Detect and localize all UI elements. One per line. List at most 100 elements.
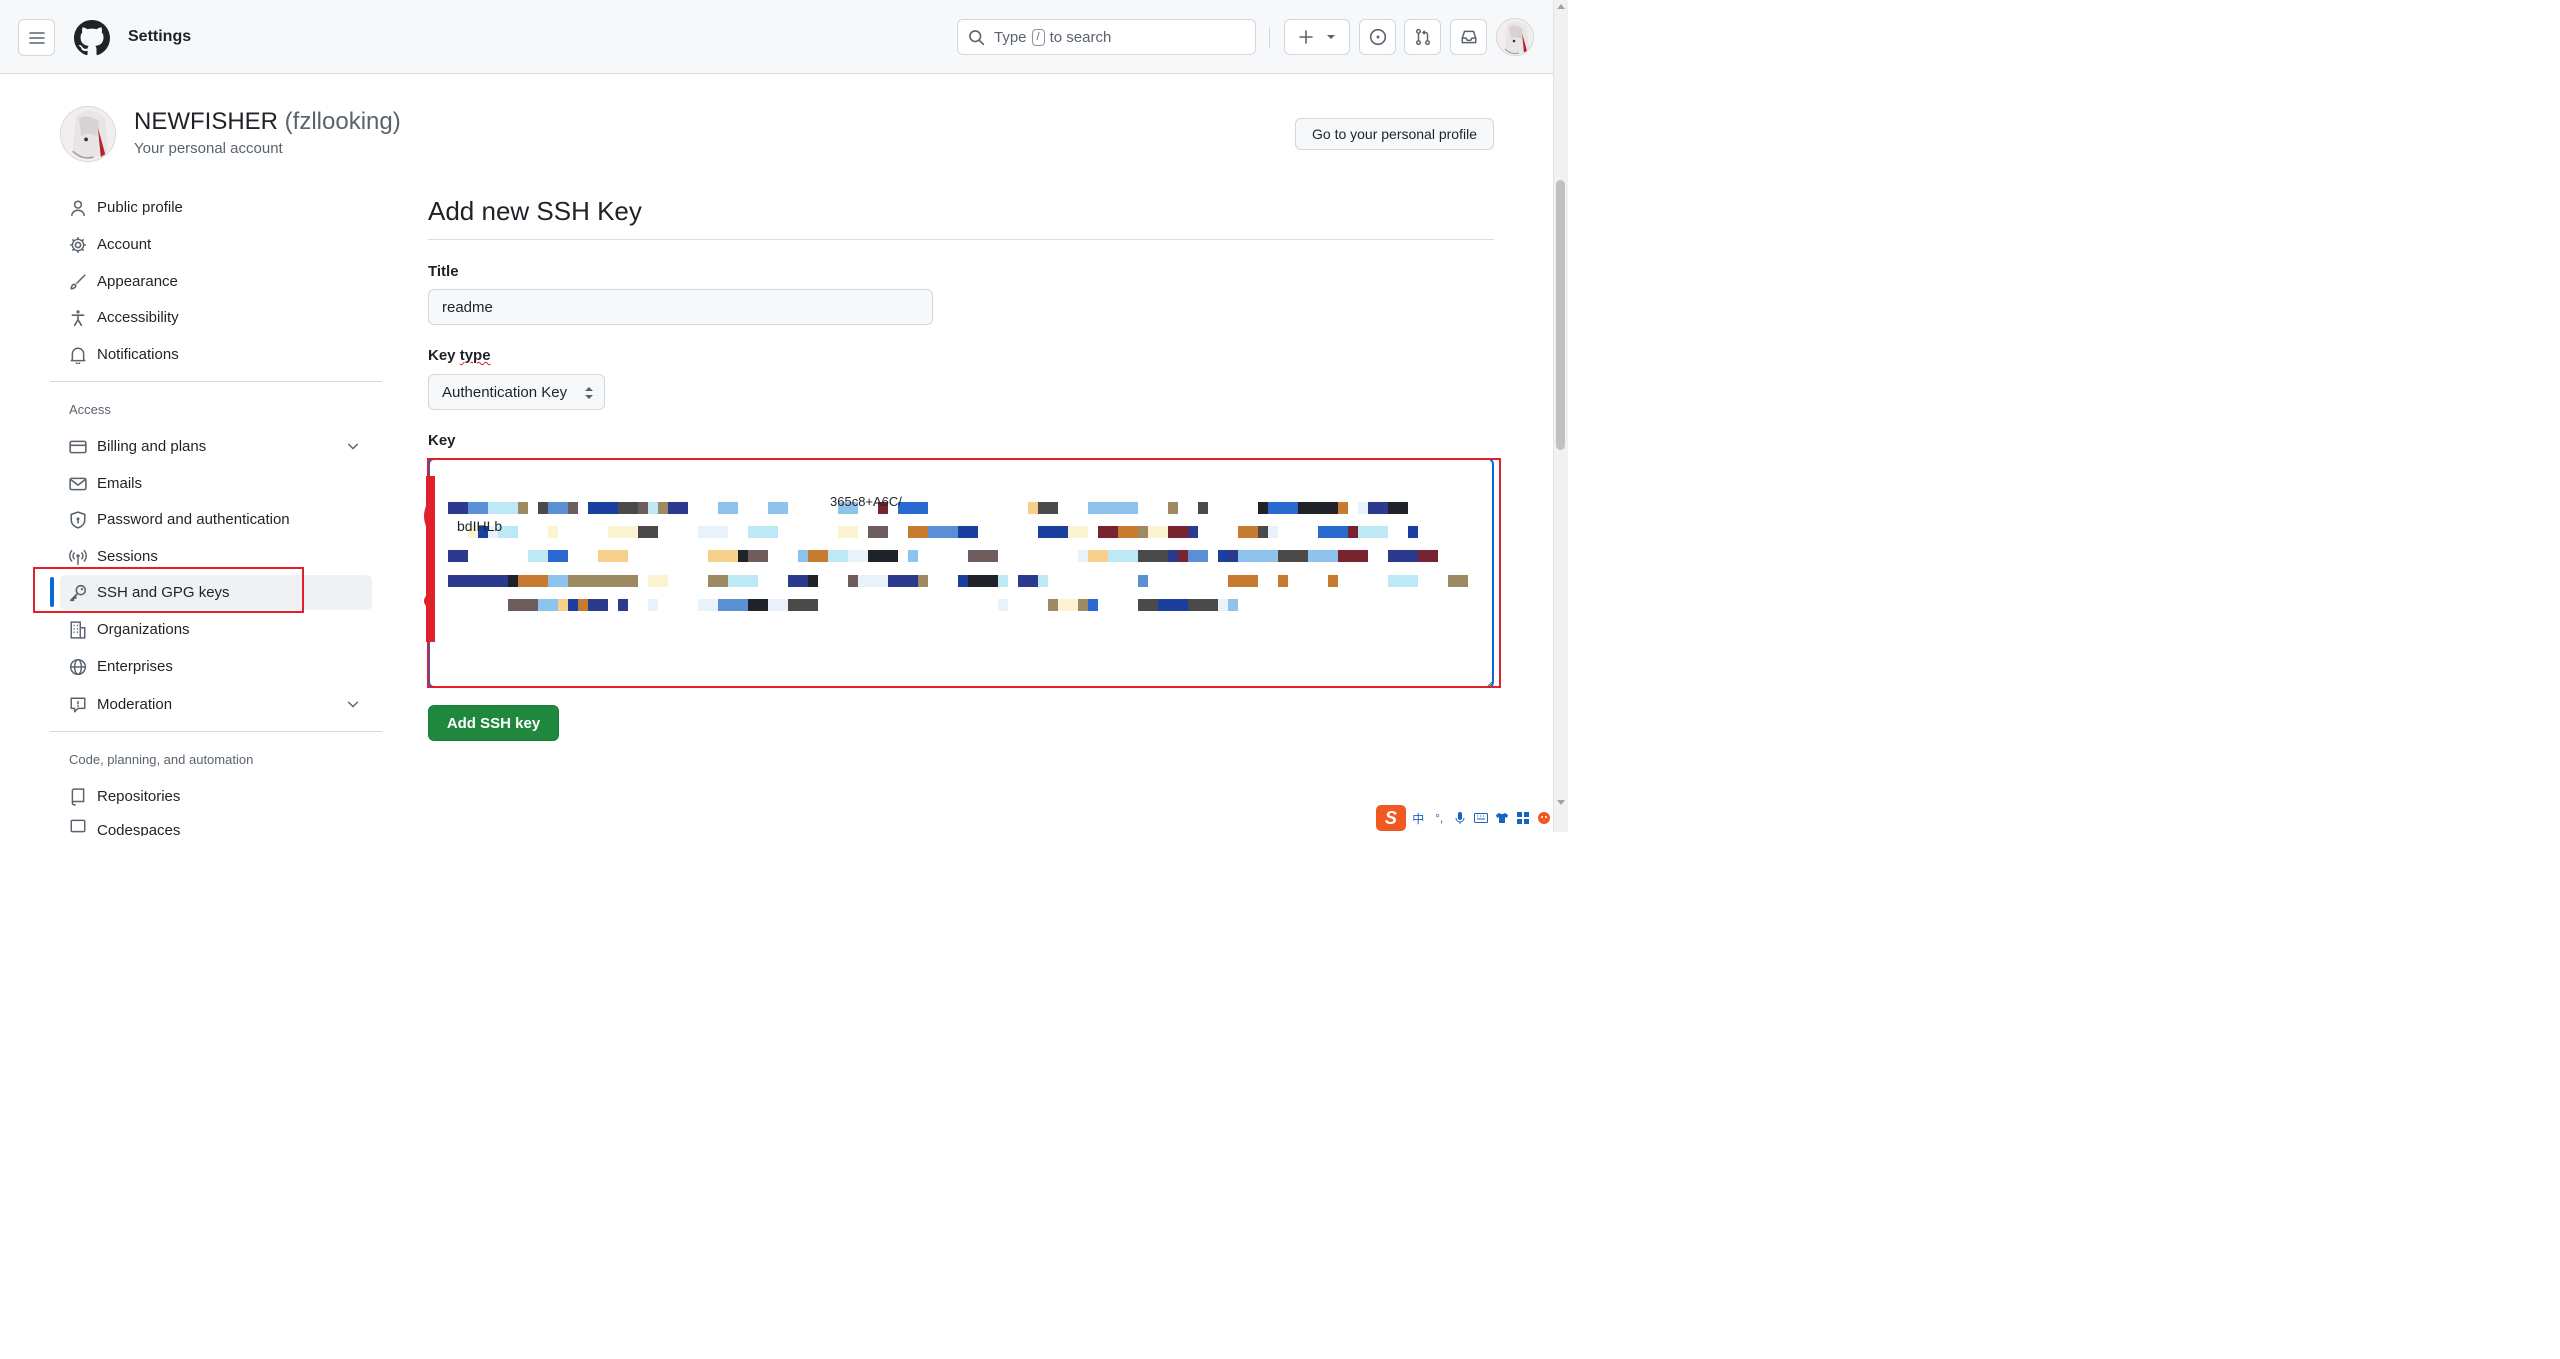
sidebar-item-codespaces[interactable]: Codespaces: [60, 816, 372, 836]
sidebar-item-notifications[interactable]: Notifications: [60, 337, 372, 372]
heading-divider: [428, 239, 1494, 240]
sidebar-item-enterprises[interactable]: Enterprises: [60, 649, 372, 684]
key-type-value: Authentication Key: [442, 383, 568, 401]
account-subtitle: Your personal account: [134, 140, 283, 157]
ime-toolbar[interactable]: S 中 °,: [1376, 804, 1552, 832]
mail-icon: [68, 474, 88, 494]
inbox-button[interactable]: [1450, 19, 1487, 55]
sidebar-item-organizations[interactable]: Organizations: [60, 612, 372, 647]
sidebar-item-label: Notifications: [97, 346, 179, 363]
user-login: (fzllooking): [284, 108, 401, 135]
scrollbar-thumb[interactable]: [1556, 180, 1565, 450]
sidebar-divider: [50, 731, 382, 732]
inbox-icon: [1461, 30, 1476, 44]
sidebar-item-label: Accessibility: [97, 309, 179, 326]
sidebar-item-moderation[interactable]: Moderation: [60, 687, 372, 722]
title-label: Title: [428, 263, 459, 280]
chevron-down-icon[interactable]: [346, 697, 360, 711]
menu-button[interactable]: [18, 19, 55, 56]
sidebar-item-label: Billing and plans: [97, 438, 207, 455]
credit-card-icon: [68, 437, 88, 457]
annotation-brace-mark: [424, 476, 435, 642]
issue-opened-icon: [1369, 28, 1386, 46]
sidebar-divider: [50, 381, 382, 382]
git-pull-request-icon: [1415, 28, 1430, 46]
sidebar-item-label: Codespaces: [97, 822, 181, 836]
key-type-select[interactable]: Authentication Key: [428, 374, 605, 410]
broadcast-icon: [68, 547, 88, 567]
page-title[interactable]: Settings: [128, 28, 191, 46]
user-display-name: NEWFISHER (fzllooking): [134, 108, 401, 136]
github-logo-icon[interactable]: [74, 20, 110, 56]
organization-icon: [68, 620, 88, 640]
triangle-down-icon: [1327, 35, 1335, 39]
sidebar-item-label: Emails: [97, 475, 143, 492]
sidebar-item-label: Appearance: [97, 273, 178, 290]
chevron-down-icon[interactable]: [346, 439, 360, 453]
scroll-up-icon[interactable]: [1557, 4, 1565, 9]
scroll-down-icon[interactable]: [1557, 800, 1565, 805]
key-type-label-a: Key: [428, 347, 456, 364]
add-ssh-key-button[interactable]: Add SSH key: [428, 705, 559, 741]
person-icon: [68, 198, 88, 218]
sidebar-item-accessibility[interactable]: Accessibility: [60, 300, 372, 335]
sidebar-heading-access: Access: [69, 402, 111, 417]
sidebar-item-label: Password and authentication: [97, 511, 290, 528]
sidebar-heading-code: Code, planning, and automation: [69, 752, 254, 767]
globe-icon: [68, 657, 88, 677]
form-heading: Add new SSH Key: [428, 196, 642, 226]
sidebar-item-billing[interactable]: Billing and plans: [60, 429, 372, 464]
shield-lock-icon: [68, 510, 88, 530]
repo-icon: [68, 787, 88, 807]
gear-icon: [68, 235, 88, 255]
report-icon: [68, 695, 88, 715]
sidebar-item-repositories[interactable]: Repositories: [60, 779, 372, 814]
search-prefix: Type: [994, 28, 1027, 46]
sidebar-item-label: Public profile: [97, 199, 183, 216]
user-avatar: [60, 106, 116, 162]
sidebar-item-label: Repositories: [97, 788, 181, 805]
sidebar-item-emails[interactable]: Emails: [60, 466, 372, 501]
bell-icon: [68, 345, 88, 365]
punctuation-icon[interactable]: °,: [1431, 810, 1448, 827]
search-icon: [969, 29, 985, 45]
global-header: Settings Type / to search: [0, 0, 1553, 74]
sidebar-item-appearance[interactable]: Appearance: [60, 264, 372, 299]
codespaces-icon: [68, 816, 88, 836]
sidebar-item-public-profile[interactable]: Public profile: [60, 190, 372, 225]
create-new-button[interactable]: [1284, 19, 1350, 55]
title-input[interactable]: readme: [428, 289, 933, 325]
ime-mode-indicator[interactable]: 中: [1410, 810, 1427, 827]
sidebar-item-label: Account: [97, 236, 152, 253]
annotation-textarea-box: [427, 458, 1501, 688]
sidebar-item-label: Enterprises: [97, 658, 173, 675]
annotation-highlight-box: [33, 567, 304, 613]
avatar-image: [61, 107, 115, 161]
user-menu-avatar[interactable]: [1496, 18, 1534, 56]
resize-handle-icon[interactable]: [1484, 678, 1494, 688]
issues-button[interactable]: [1359, 19, 1396, 55]
accessibility-icon: [68, 308, 88, 328]
go-to-profile-button[interactable]: Go to your personal profile: [1295, 118, 1494, 150]
plus-icon: [1299, 30, 1313, 44]
keyboard-icon[interactable]: [1472, 810, 1489, 827]
avatar-image: [1497, 19, 1533, 55]
search-suffix: to search: [1049, 28, 1112, 46]
key-label: Key: [428, 432, 456, 449]
mascot-icon[interactable]: [1535, 810, 1552, 827]
sidebar-item-password-auth[interactable]: Password and authentication: [60, 502, 372, 537]
user-display-name-text: NEWFISHER: [134, 108, 278, 135]
sidebar-item-account[interactable]: Account: [60, 227, 372, 262]
skin-icon[interactable]: [1493, 810, 1510, 827]
microphone-icon[interactable]: [1452, 810, 1469, 827]
header-divider: [1269, 27, 1270, 48]
key-type-label-b: type: [459, 347, 491, 364]
toolbox-icon[interactable]: [1514, 810, 1531, 827]
paintbrush-icon: [68, 272, 88, 292]
ime-logo-icon[interactable]: S: [1376, 805, 1406, 831]
search-input[interactable]: Type / to search: [957, 19, 1256, 55]
pull-requests-button[interactable]: [1404, 19, 1441, 55]
search-shortcut-key: /: [1031, 28, 1045, 46]
key-type-label: Key type: [428, 347, 491, 364]
sidebar-item-label: Moderation: [97, 696, 173, 713]
